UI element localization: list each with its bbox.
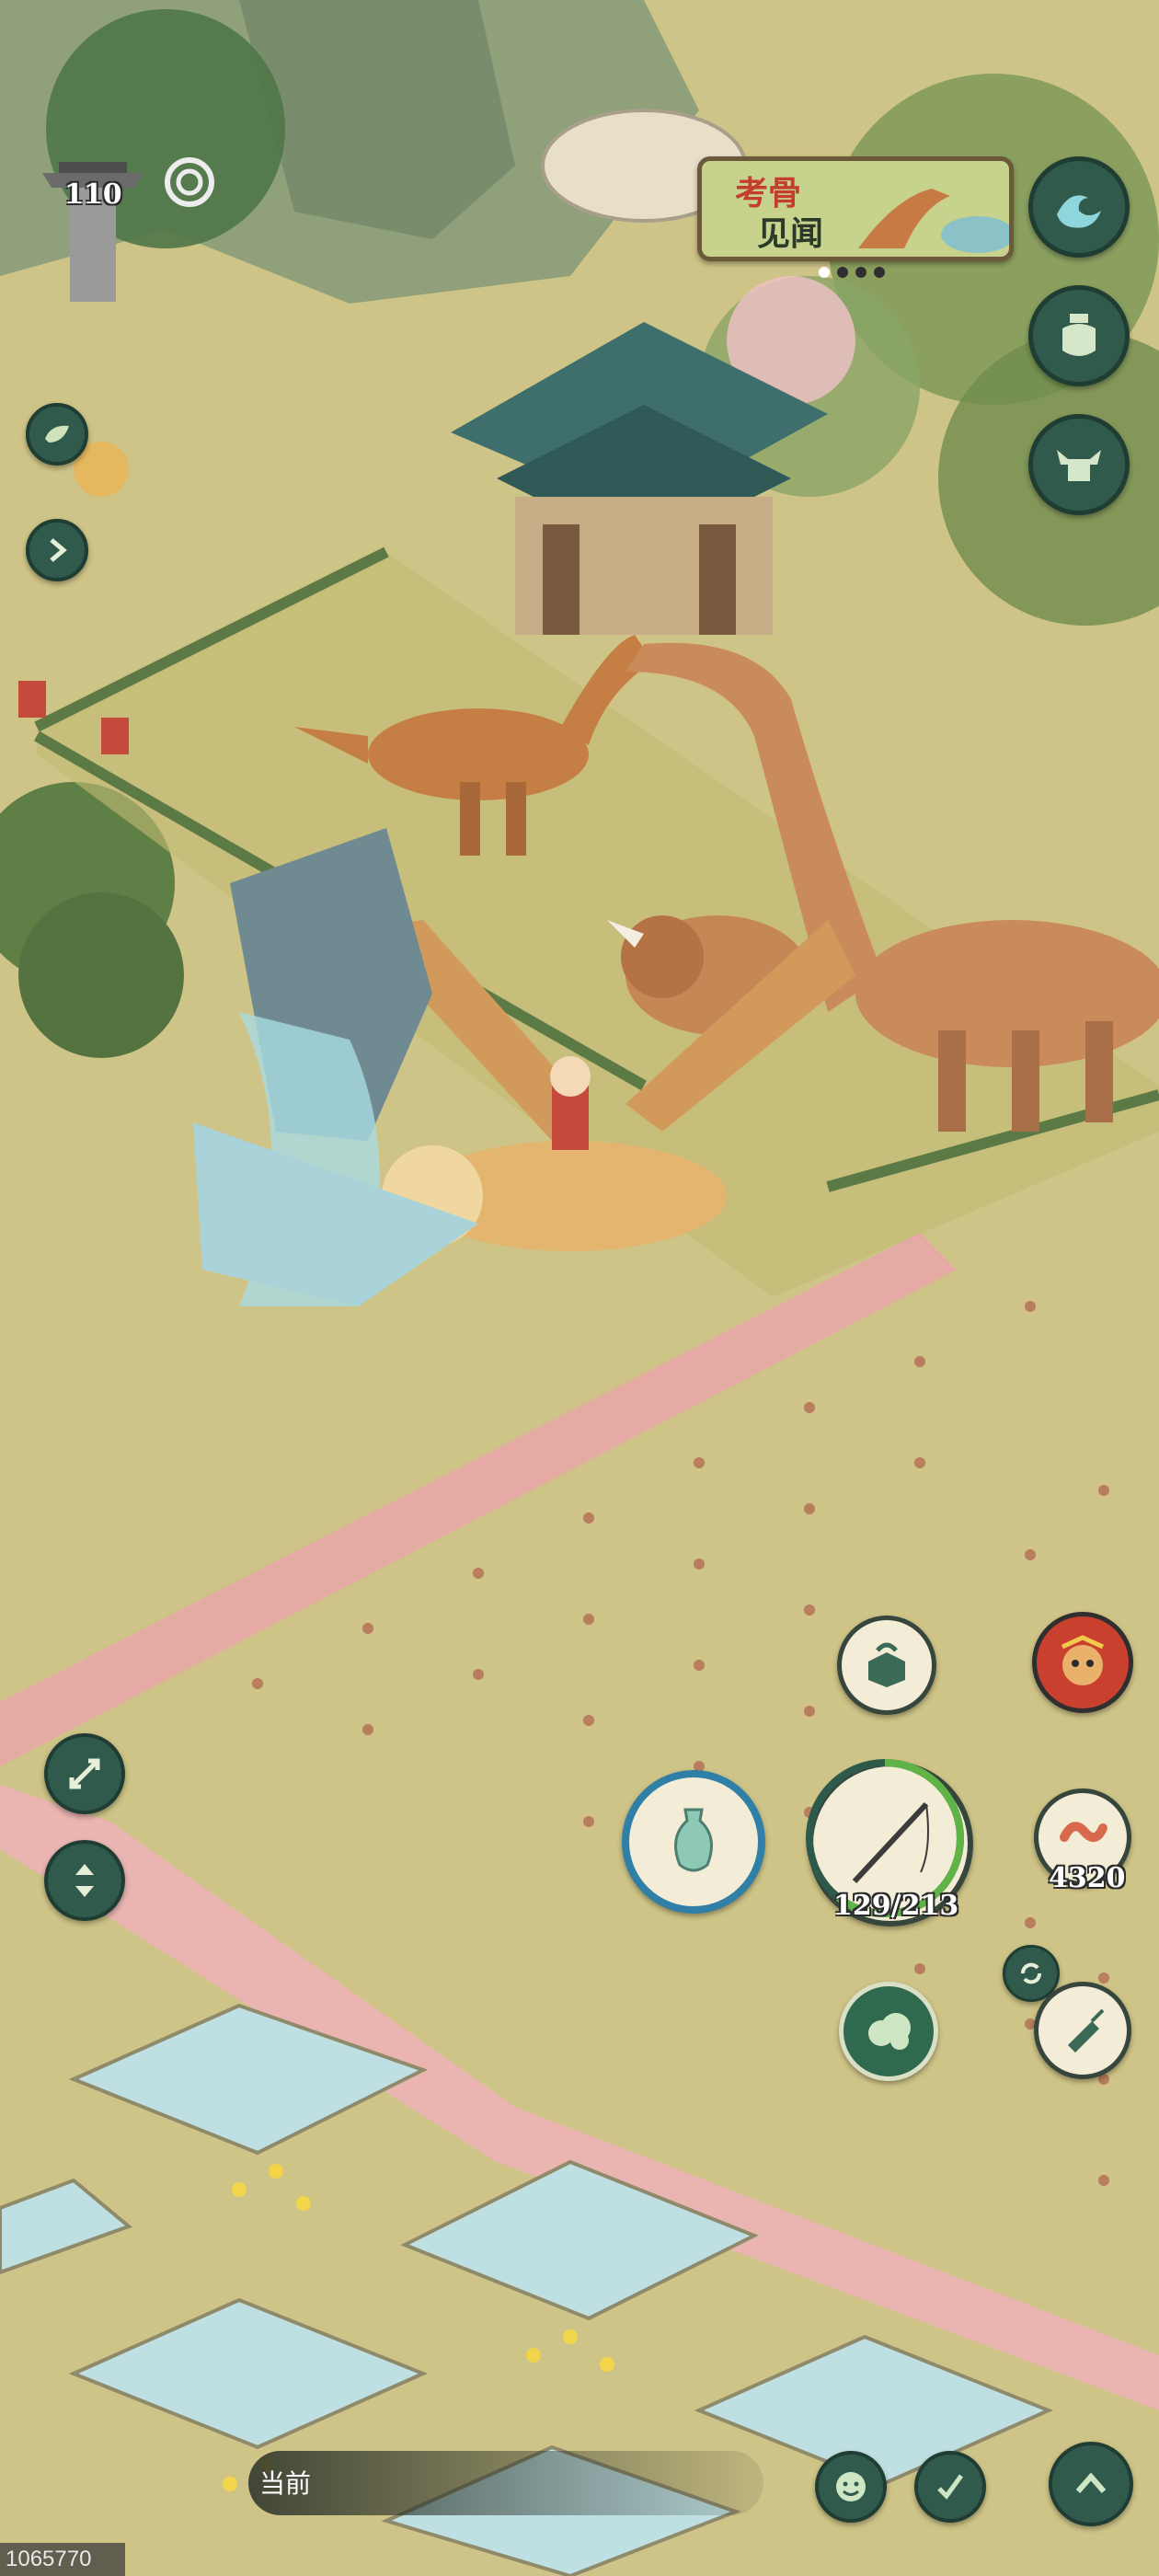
- chat-bar[interactable]: 当前: [248, 2451, 763, 2515]
- event-title-line2: 见闻: [757, 214, 824, 253]
- game-world[interactable]: [0, 0, 1159, 2576]
- emote-icon[interactable]: [815, 2451, 887, 2523]
- swirl-icon[interactable]: [162, 155, 217, 210]
- chevron-up-icon[interactable]: [1049, 2442, 1133, 2526]
- currency-amount: 4320: [1049, 1862, 1126, 1894]
- image-id-label: 1065770: [0, 2543, 125, 2576]
- arrow-right-icon[interactable]: [26, 519, 88, 581]
- lantern: [101, 718, 129, 754]
- event-banner[interactable]: 考骨 见闻: [697, 156, 1014, 261]
- banner-page-dots: [819, 267, 892, 282]
- leaf-icon[interactable]: [26, 403, 88, 466]
- box-icon[interactable]: [837, 1616, 936, 1715]
- wave-icon[interactable]: [1028, 156, 1130, 258]
- vase-icon[interactable]: [622, 1770, 765, 1914]
- energy-value: 129/213: [833, 1890, 959, 1922]
- lantern: [18, 681, 46, 718]
- level-badge[interactable]: 110: [33, 155, 153, 302]
- edit-icon[interactable]: [914, 2451, 986, 2523]
- level-number: 110: [64, 178, 122, 211]
- cloud-icon[interactable]: [839, 1982, 938, 2081]
- recenter-icon[interactable]: [44, 1840, 125, 1921]
- planting-icon[interactable]: [1034, 1982, 1131, 2079]
- chat-channel-label: 当前: [259, 2468, 312, 2499]
- expand-icon[interactable]: [44, 1733, 125, 1814]
- jar-icon[interactable]: [1028, 285, 1130, 386]
- ox-head-icon[interactable]: [1028, 414, 1130, 515]
- stone-pillar-icon: [42, 162, 143, 302]
- monkey-king-avatar[interactable]: [1032, 1612, 1133, 1713]
